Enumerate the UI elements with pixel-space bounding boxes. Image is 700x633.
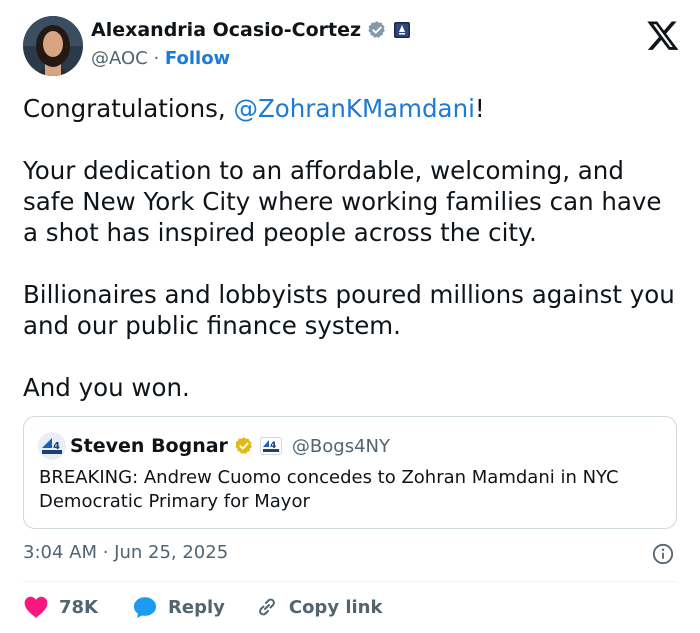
separator-dot: ·	[153, 48, 165, 69]
quoted-tweet-header: 4 Steven Bognar 4 @Bogs4NY	[38, 432, 390, 460]
quoted-tweet-text: BREAKING: Andrew Cuomo concedes to Zohra…	[39, 467, 619, 512]
quoted-author-name[interactable]: Steven Bognar	[70, 435, 228, 457]
x-logo-icon[interactable]	[646, 18, 680, 52]
government-badge-icon	[394, 22, 411, 38]
link-icon	[258, 598, 275, 616]
tweet-paragraph-3: Billionaires and lobbyists poured millio…	[23, 280, 675, 340]
author-handle[interactable]: @AOC	[91, 48, 148, 69]
tweet-card: Alexandria Ocasio-Cortez @AOC · Follow C…	[0, 0, 700, 633]
reply-button[interactable]: Reply	[132, 595, 225, 619]
mention-link[interactable]: @ZohranKMamdani	[234, 94, 475, 123]
quoted-author-avatar[interactable]: 4	[38, 432, 66, 460]
divider	[23, 581, 677, 582]
reply-label: Reply	[168, 596, 225, 618]
follow-button[interactable]: Follow	[165, 48, 230, 69]
tweet-text-suffix: !	[474, 94, 485, 123]
tweet-text-prefix: Congratulations,	[23, 94, 234, 123]
tweet-body: Congratulations, @ZohranKMamdani! Your d…	[23, 93, 683, 403]
tweet-timestamp[interactable]: 3:04 AM · Jun 25, 2025	[23, 542, 228, 563]
quoted-tweet[interactable]: 4 Steven Bognar 4 @Bogs4NY BREAKING: And…	[23, 416, 677, 529]
tweet-paragraph-2: Your dedication to an affordable, welcom…	[23, 156, 662, 247]
action-bar: 78K Reply Copy link	[23, 594, 382, 620]
copy-link-label: Copy link	[288, 596, 383, 618]
verified-badge-icon	[368, 21, 385, 38]
network-affiliate-badge-icon: 4	[259, 437, 282, 455]
like-button[interactable]: 78K	[23, 595, 98, 619]
author-avatar[interactable]	[23, 16, 83, 76]
like-count: 78K	[59, 596, 98, 618]
heart-icon	[24, 596, 48, 618]
verified-badge-icon	[235, 437, 252, 454]
quoted-author-handle[interactable]: @Bogs4NY	[292, 436, 390, 457]
tweet-paragraph-4: And you won.	[23, 373, 190, 402]
author-name[interactable]: Alexandria Ocasio-Cortez	[91, 19, 361, 41]
tweet-paragraph-1: Congratulations, @ZohranKMamdani!	[23, 93, 683, 124]
author-name-row: Alexandria Ocasio-Cortez	[91, 19, 411, 41]
reply-bubble-icon	[133, 597, 157, 618]
copy-link-button[interactable]: Copy link	[255, 595, 383, 619]
info-icon[interactable]	[652, 543, 674, 565]
author-handle-row: @AOC · Follow	[91, 48, 230, 69]
